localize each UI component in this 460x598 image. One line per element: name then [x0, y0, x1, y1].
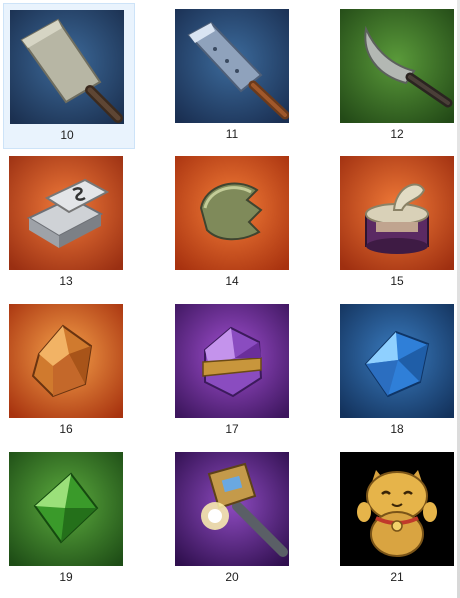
thumbnail-label: 14 [225, 274, 239, 288]
thumbnail-label: 18 [390, 422, 404, 436]
thumbnail-item[interactable]: 21 [334, 446, 460, 592]
thumbnail-label: 15 [390, 274, 404, 288]
blue-crystal-icon [340, 304, 454, 418]
broad-blade-knife-icon [175, 9, 289, 123]
thumbnail-item[interactable]: 16 [3, 298, 135, 444]
thumbnail-label: 13 [59, 274, 73, 288]
thumbnail-item[interactable]: 11 [169, 3, 301, 149]
thumbnail-label: 11 [225, 127, 239, 141]
thumbnail-item[interactable]: 18 [334, 298, 460, 444]
thumbnail-label: 17 [225, 422, 239, 436]
green-gem-icon [9, 452, 123, 566]
amber-crystal-icon [9, 304, 123, 418]
thumbnail-item[interactable]: 20 [169, 446, 301, 592]
thumbnail-grid: 10 11 12 13 14 15 16 17 18 19 20 21 [0, 0, 460, 598]
thumbnail-item[interactable]: 19 [3, 446, 135, 592]
thumbnail-item[interactable]: 10 [3, 3, 135, 149]
thumbnail-item[interactable]: 12 [334, 3, 460, 149]
open-tin-can-icon [340, 156, 454, 270]
thumbnail-label: 19 [59, 570, 73, 584]
thumbnail-item[interactable]: 14 [169, 150, 301, 296]
silver-ingots-icon [9, 156, 123, 270]
thumbnail-item[interactable]: 13 [3, 150, 135, 296]
purple-crystal-icon [175, 304, 289, 418]
glowing-hammer-icon [175, 452, 289, 566]
lucky-cat-icon [340, 452, 454, 566]
thumbnail-label: 16 [59, 422, 73, 436]
thumbnail-item[interactable]: 15 [334, 150, 460, 296]
thumbnail-item[interactable]: 17 [169, 298, 301, 444]
cleaver-knife-icon [10, 10, 124, 124]
thumbnail-label: 12 [390, 127, 404, 141]
thumbnail-label: 21 [390, 570, 404, 584]
curved-knife-icon [340, 9, 454, 123]
jade-curved-piece-icon [175, 156, 289, 270]
thumbnail-label: 10 [60, 128, 74, 142]
thumbnail-label: 20 [225, 570, 239, 584]
